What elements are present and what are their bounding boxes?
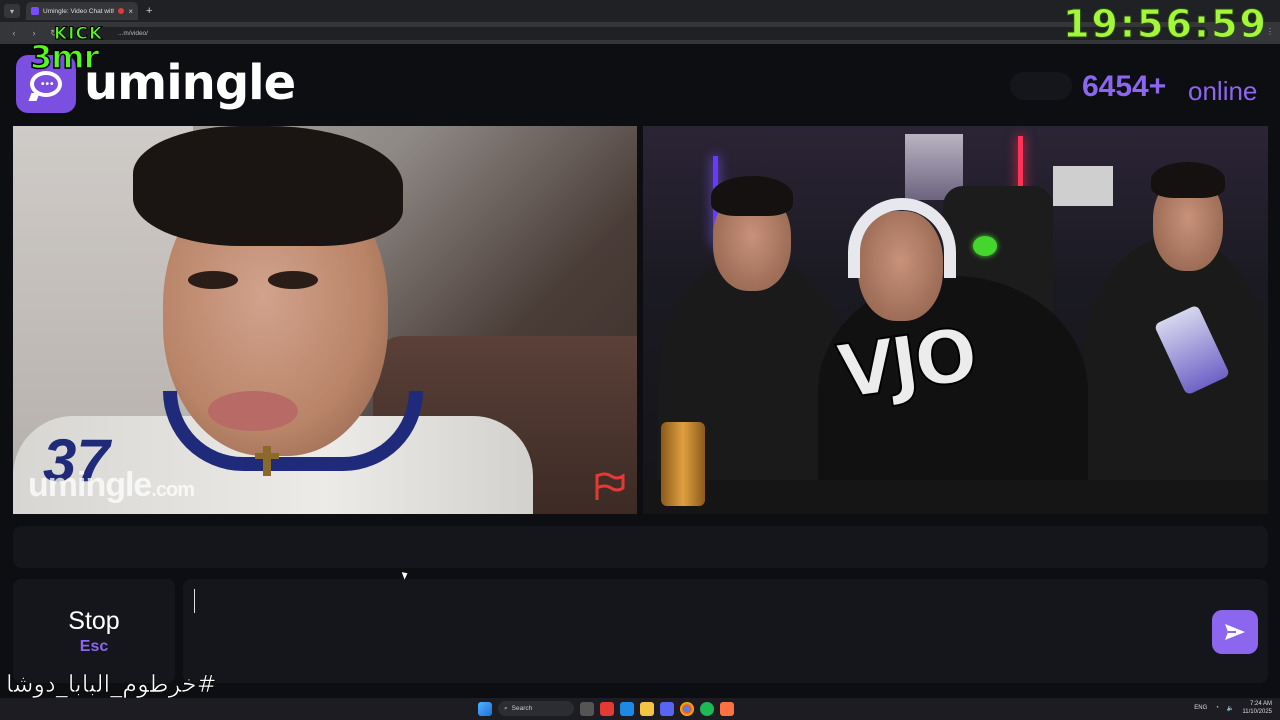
discord-icon[interactable]	[660, 701, 674, 716]
stranger-video: 37 umingle.com	[13, 126, 637, 514]
self-video: VJO	[643, 126, 1268, 514]
razer-logo-icon	[973, 236, 997, 256]
recording-icon	[118, 8, 125, 14]
close-tab-button[interactable]: ×	[128, 7, 133, 16]
new-tab-button[interactable]: +	[146, 5, 152, 17]
kick-streamer-logo: KICK 3mr	[29, 24, 120, 77]
app-icon-2[interactable]	[620, 701, 634, 716]
chat-input[interactable]	[183, 579, 1268, 683]
volume-icon[interactable]: 🔈	[1227, 705, 1234, 712]
file-explorer-icon[interactable]	[640, 701, 654, 716]
url-field[interactable]: ...m/video/	[58, 27, 1208, 40]
text-caret	[194, 589, 195, 613]
umingle-watermark: umingle.com	[28, 466, 195, 504]
language-indicator[interactable]: ENG	[1194, 705, 1207, 711]
wifi-icon[interactable]: ◔	[1215, 705, 1219, 711]
browser-tab[interactable]: Umingle: Video Chat with S ×	[26, 2, 138, 20]
umingle-favicon-icon	[31, 7, 39, 15]
drink-can	[661, 422, 705, 506]
taskbar-clock[interactable]: 7:24 AM 11/10/2025	[1242, 700, 1272, 716]
windows-taskbar: ⌕ Search ENG ◔ 🔈 7:24 AM 11/10/2025	[0, 698, 1280, 720]
stream-clock: 19:56:59	[1062, 2, 1268, 47]
online-count: 6454+	[1082, 70, 1167, 103]
app-icon-1[interactable]	[600, 701, 614, 716]
taskbar-search[interactable]: ⌕ Search	[498, 701, 574, 716]
stop-shortcut: Esc	[79, 637, 109, 655]
chrome-icon[interactable]	[680, 701, 694, 716]
tab-menu-button[interactable]: ▾	[4, 4, 20, 18]
send-button[interactable]	[1212, 610, 1258, 654]
theme-toggle[interactable]	[1010, 72, 1072, 100]
task-view-icon[interactable]	[580, 701, 594, 716]
status-bar	[13, 526, 1268, 568]
stop-label: Stop	[68, 606, 120, 635]
send-icon	[1225, 624, 1245, 640]
start-icon[interactable]	[478, 701, 492, 716]
stop-button[interactable]: Stop Esc	[13, 579, 175, 683]
headphones	[848, 198, 956, 278]
online-label: online	[1188, 76, 1258, 106]
spotify-icon[interactable]	[700, 701, 714, 716]
search-icon: ⌕	[504, 704, 508, 712]
stream-hashtag: #خرطوم_البابا_دوشا	[6, 670, 217, 699]
report-flag-icon[interactable]	[593, 472, 627, 502]
cross-necklace	[255, 446, 279, 476]
tab-title: Umingle: Video Chat with S	[43, 7, 115, 15]
app-icon-3[interactable]	[720, 701, 734, 716]
streamer-name: 3mr	[29, 37, 100, 77]
back-button[interactable]: ‹	[8, 28, 20, 38]
